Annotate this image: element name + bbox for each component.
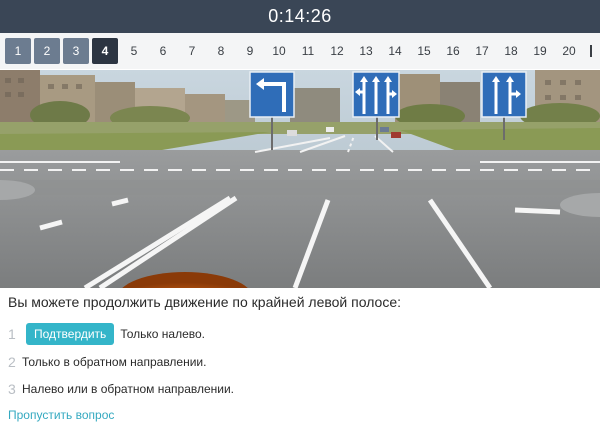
answer-option-3[interactable]: 3 Налево или в обратном направлении. bbox=[8, 378, 234, 400]
question-tab-5[interactable]: 5 bbox=[121, 38, 147, 64]
question-tab-19[interactable]: 19 bbox=[527, 38, 553, 64]
question-tab-11[interactable]: 11 bbox=[295, 38, 321, 64]
question-tab-next-partial[interactable] bbox=[590, 38, 600, 64]
answer-option-1[interactable]: 1 Подтвердить Только налево. bbox=[8, 323, 205, 345]
answer-number: 3 bbox=[8, 381, 16, 397]
question-tab-12[interactable]: 12 bbox=[324, 38, 350, 64]
lane-sign-center bbox=[352, 71, 400, 118]
road-scene-image bbox=[0, 70, 600, 288]
skip-question-link[interactable]: Пропустить вопрос bbox=[8, 408, 114, 422]
timer-value: 0:14:26 bbox=[268, 6, 332, 26]
question-tab-16[interactable]: 16 bbox=[440, 38, 466, 64]
answer-option-2[interactable]: 2 Только в обратном направлении. bbox=[8, 351, 206, 373]
confirm-button[interactable]: Подтвердить bbox=[26, 323, 115, 345]
question-navigator: 1 2 3 4 5 6 7 8 9 10 11 12 13 14 15 16 1… bbox=[0, 33, 600, 69]
question-tab-8[interactable]: 8 bbox=[208, 38, 234, 64]
question-tab-9[interactable]: 9 bbox=[237, 38, 263, 64]
question-tab-20[interactable]: 20 bbox=[556, 38, 582, 64]
timer: 0:14:26 bbox=[0, 0, 600, 33]
lane-sign-right bbox=[481, 71, 527, 118]
question-tab-14[interactable]: 14 bbox=[382, 38, 408, 64]
question-tab-10[interactable]: 10 bbox=[266, 38, 292, 64]
answer-number: 2 bbox=[8, 354, 16, 370]
question-text: Вы можете продолжить движение по крайней… bbox=[8, 294, 401, 310]
answer-text: Налево или в обратном направлении. bbox=[22, 382, 235, 396]
lane-sign-left bbox=[249, 71, 295, 118]
answer-text: Только налево. bbox=[120, 327, 205, 341]
answer-number: 1 bbox=[8, 326, 16, 342]
question-tab-3[interactable]: 3 bbox=[63, 38, 89, 64]
answer-text: Только в обратном направлении. bbox=[22, 355, 207, 369]
question-tab-13[interactable]: 13 bbox=[353, 38, 379, 64]
question-tab-15[interactable]: 15 bbox=[411, 38, 437, 64]
question-tab-1[interactable]: 1 bbox=[5, 38, 31, 64]
question-tab-4[interactable]: 4 bbox=[92, 38, 118, 64]
question-tab-17[interactable]: 17 bbox=[469, 38, 495, 64]
question-tab-7[interactable]: 7 bbox=[179, 38, 205, 64]
question-tab-2[interactable]: 2 bbox=[34, 38, 60, 64]
question-tab-18[interactable]: 18 bbox=[498, 38, 524, 64]
question-tab-6[interactable]: 6 bbox=[150, 38, 176, 64]
